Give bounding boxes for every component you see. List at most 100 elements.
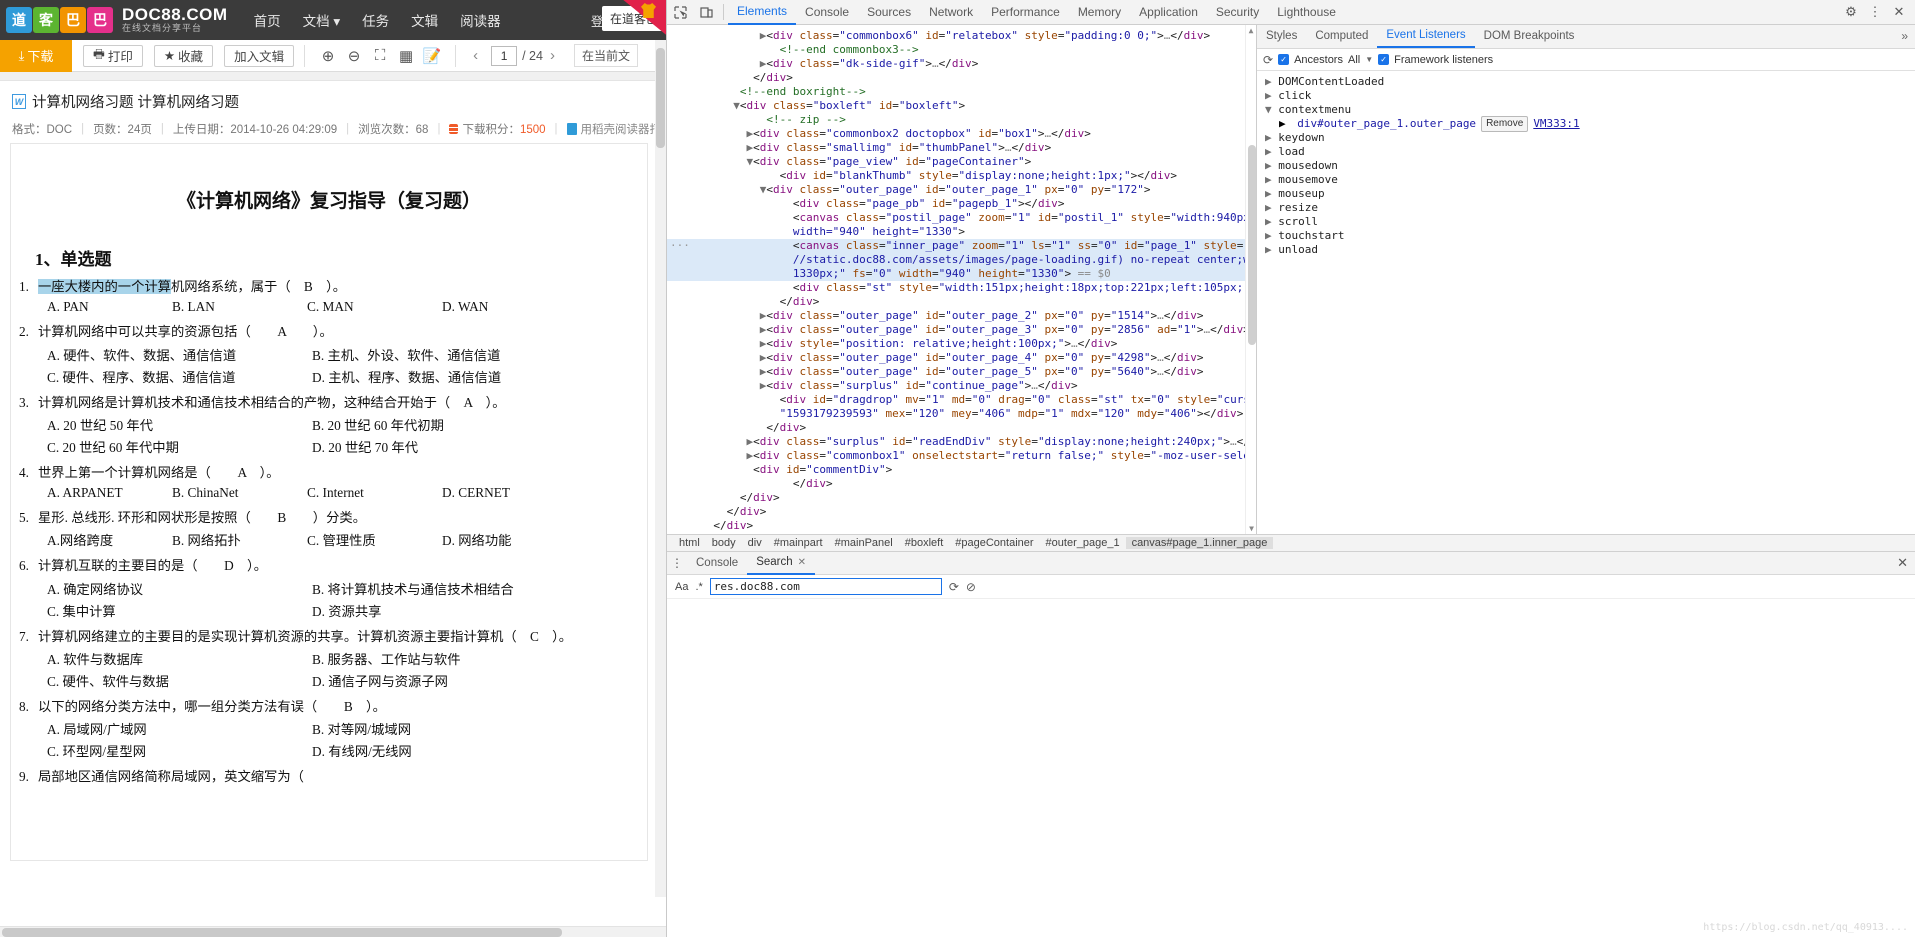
expand-triangle-icon[interactable]: [667, 463, 753, 476]
expand-triangle-icon[interactable]: [667, 393, 780, 406]
expand-triangle-icon[interactable]: ▶: [1279, 117, 1292, 131]
expand-triangle-icon[interactable]: [667, 253, 793, 266]
expand-triangle-icon[interactable]: [667, 295, 780, 308]
expand-triangle-icon[interactable]: [667, 85, 740, 98]
expand-triangle-icon[interactable]: ▶: [1265, 89, 1278, 102]
event-listener-item[interactable]: ▶ mousemove: [1257, 173, 1915, 187]
expand-triangle-icon[interactable]: ▶: [667, 323, 767, 336]
dom-node-line[interactable]: "1593179239593" mex="120" mey="406" mdp=…: [667, 407, 1256, 421]
expand-triangle-icon[interactable]: ▶: [1265, 215, 1278, 228]
expand-triangle-icon[interactable]: [667, 71, 753, 84]
dom-node-line[interactable]: ▶<div class="outer_page" id="outer_page_…: [667, 365, 1256, 379]
dom-node-line[interactable]: ▼<div class="boxleft" id="boxleft">: [667, 99, 1256, 113]
page-number-input[interactable]: 1: [491, 45, 518, 66]
match-case-icon[interactable]: Aa: [675, 581, 688, 593]
close-icon[interactable]: ✕: [798, 557, 806, 568]
dom-node-line[interactable]: ▼<div class="page_view" id="pageContaine…: [667, 155, 1256, 169]
tab-lighthouse[interactable]: Lighthouse: [1268, 0, 1345, 25]
dom-node-line[interactable]: <!--end commonbox3-->: [667, 43, 1256, 57]
tab-memory[interactable]: Memory: [1069, 0, 1130, 25]
dom-node-line[interactable]: ▶<div class="commonbox1" onselectstart="…: [667, 449, 1256, 463]
tab-console[interactable]: Console: [796, 0, 858, 25]
expand-triangle-icon[interactable]: ▶: [667, 141, 753, 154]
dom-node-line[interactable]: ··· <canvas class="inner_page" zoom="1" …: [667, 239, 1256, 253]
event-listener-item[interactable]: ▶ keydown: [1257, 131, 1915, 145]
expand-triangle-icon[interactable]: ▶: [1265, 75, 1278, 88]
fullscreen-icon[interactable]: ⛶: [367, 43, 393, 69]
dom-node-line[interactable]: </div>: [667, 295, 1256, 309]
tab-sources[interactable]: Sources: [858, 0, 920, 25]
breadcrumb-item[interactable]: #pageContainer: [949, 537, 1039, 549]
add-to-collection-button[interactable]: 加入文辑: [224, 44, 295, 67]
breadcrumb-item[interactable]: body: [706, 537, 742, 549]
dom-node-line[interactable]: ▶<div class="surplus" id="continue_page"…: [667, 379, 1256, 393]
breadcrumb-item[interactable]: #boxleft: [899, 537, 950, 549]
breadcrumb-item[interactable]: html: [673, 537, 706, 549]
event-listener-item[interactable]: ▶ load: [1257, 145, 1915, 159]
drawer-tab-console[interactable]: Console: [687, 552, 747, 575]
expand-triangle-icon[interactable]: ▼: [1265, 103, 1278, 116]
expand-triangle-icon[interactable]: ▶: [1265, 243, 1278, 256]
sidebar-more-tabs-icon[interactable]: »: [1901, 24, 1915, 48]
page-horizontal-scrollbar[interactable]: [0, 926, 666, 937]
zoom-in-icon[interactable]: ⊕: [315, 43, 341, 69]
expand-triangle-icon[interactable]: [667, 267, 793, 280]
nav-item-tasks[interactable]: 任务: [362, 10, 389, 30]
expand-triangle-icon[interactable]: ▶: [667, 309, 767, 322]
event-listener-item[interactable]: ▶ scroll: [1257, 215, 1915, 229]
nav-item-home[interactable]: 首页: [254, 10, 281, 30]
listener-node[interactable]: div#outer_page_1.outer_page: [1297, 117, 1476, 131]
dom-node-line[interactable]: ▼<div class="outer_page" id="outer_page_…: [667, 183, 1256, 197]
dom-node-line[interactable]: ▶<div class="outer_page" id="outer_page_…: [667, 309, 1256, 323]
dom-node-line[interactable]: ▶<div class="commonbox2 doctopbox" id="b…: [667, 127, 1256, 141]
ancestors-checkbox[interactable]: ✓: [1278, 54, 1290, 65]
sidebar-tab-event-listeners[interactable]: Event Listeners: [1377, 24, 1475, 48]
drawer-close-icon[interactable]: ✕: [1897, 555, 1915, 571]
expand-triangle-icon[interactable]: ▶: [667, 449, 753, 462]
nav-item-collections[interactable]: 文辑: [411, 10, 438, 30]
dom-node-line[interactable]: <div id="blankThumb" style="display:none…: [667, 169, 1256, 183]
tab-network[interactable]: Network: [920, 0, 982, 25]
expand-triangle-icon[interactable]: ▶: [667, 337, 767, 350]
open-in-reader-link[interactable]: 用稻壳阅读器打开: [566, 121, 666, 137]
expand-triangle-icon[interactable]: ▼: [667, 155, 753, 168]
dom-node-line[interactable]: </div>: [667, 477, 1256, 491]
search-clear-icon[interactable]: ⊘: [966, 580, 976, 594]
expand-triangle-icon[interactable]: [667, 197, 793, 210]
scope-select-value[interactable]: All: [1348, 54, 1360, 66]
expand-triangle-icon[interactable]: ▶: [667, 351, 767, 364]
nav-item-documents[interactable]: 文档 ▾: [303, 10, 341, 30]
dom-node-line[interactable]: //static.doc88.com/assets/images/page-lo…: [667, 253, 1256, 267]
breadcrumb-item[interactable]: canvas#page_1.inner_page: [1125, 537, 1274, 549]
site-logo[interactable]: 道 客 巴 巴: [6, 7, 113, 33]
expand-triangle-icon[interactable]: ▶: [1265, 229, 1278, 242]
sidebar-tab-dom-breakpoints[interactable]: DOM Breakpoints: [1475, 24, 1584, 48]
expand-triangle-icon[interactable]: ▶: [667, 29, 767, 42]
event-listener-item[interactable]: ▶ click: [1257, 89, 1915, 103]
framework-listeners-checkbox[interactable]: ✓: [1378, 54, 1390, 65]
expand-triangle-icon[interactable]: [667, 519, 713, 532]
dom-node-line[interactable]: width="940" height="1330">: [667, 225, 1256, 239]
note-edit-icon[interactable]: 📝: [419, 43, 445, 69]
drawer-more-icon[interactable]: ⋮: [667, 556, 687, 570]
drawer-tab-search[interactable]: Search ✕: [747, 552, 816, 575]
search-refresh-icon[interactable]: ⟳: [949, 580, 959, 594]
event-listener-item[interactable]: ▶ touchstart: [1257, 229, 1915, 243]
event-listener-item[interactable]: ▶ resize: [1257, 201, 1915, 215]
dom-node-line[interactable]: ▶<div style="position: relative;height:1…: [667, 337, 1256, 351]
gear-icon[interactable]: ⚙: [1840, 0, 1862, 24]
chevron-down-icon[interactable]: ▼: [1365, 55, 1373, 64]
dom-node-line[interactable]: </div>: [667, 491, 1256, 505]
more-options-icon[interactable]: ⋮: [1864, 0, 1886, 24]
expand-triangle-icon[interactable]: ▶: [667, 127, 753, 140]
dom-node-line[interactable]: <!-- zip -->: [667, 113, 1256, 127]
page-vertical-scrollbar[interactable]: [655, 40, 666, 897]
current-doc-tip[interactable]: 在当前文: [573, 44, 638, 67]
tab-elements[interactable]: Elements: [728, 0, 797, 25]
dom-node-line[interactable]: ▶<div class="surplus" id="readEndDiv" st…: [667, 435, 1256, 449]
expand-triangle-icon[interactable]: [667, 491, 740, 504]
dom-node-line[interactable]: </div>: [667, 421, 1256, 435]
zoom-out-icon[interactable]: ⊖: [341, 43, 367, 69]
inspect-element-icon[interactable]: [667, 0, 693, 24]
sidebar-tab-computed[interactable]: Computed: [1306, 24, 1377, 48]
